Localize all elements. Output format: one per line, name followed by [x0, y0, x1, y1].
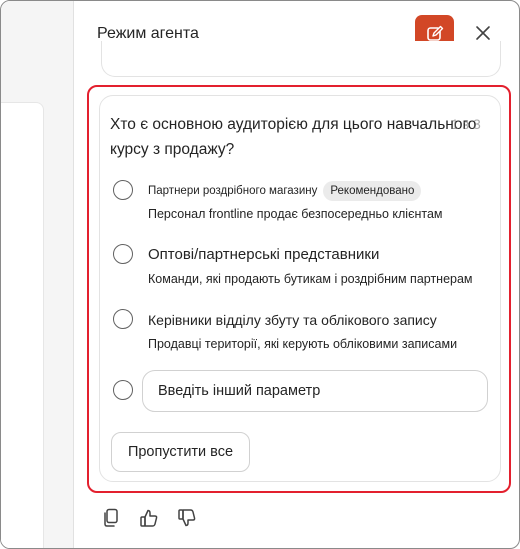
- option-label: Партнери роздрібного магазину: [148, 185, 318, 198]
- copy-icon: [104, 508, 118, 527]
- option-label: Оптові/партнерські представники: [148, 246, 380, 263]
- agent-window: Режим агента Хто є основною аудиторією д…: [0, 0, 520, 549]
- recommended-badge: Рекомендовано: [323, 181, 422, 201]
- option-description: Продавці території, які керують облікови…: [148, 337, 458, 351]
- left-pane-card: [1, 102, 44, 548]
- previous-message-card: [101, 41, 501, 77]
- thumbs-up-button[interactable]: [139, 507, 159, 529]
- question-text: Хто є основною аудиторією для цього навч…: [110, 116, 477, 158]
- radio-button[interactable]: [113, 244, 133, 264]
- radio-button[interactable]: [113, 380, 133, 400]
- pane-divider: [73, 1, 74, 548]
- option-description: Команди, які продають бутикам і роздрібн…: [148, 272, 473, 286]
- close-icon: [476, 26, 490, 40]
- radio-button[interactable]: [113, 309, 133, 329]
- copy-button[interactable]: [101, 507, 121, 529]
- thumbs-down-button[interactable]: [177, 507, 197, 529]
- skip-all-button[interactable]: Пропустити все: [111, 432, 250, 472]
- message-actions: [101, 507, 197, 529]
- new-chat-icon: [426, 25, 443, 41]
- option-label: Керівники відділу збуту та облікового за…: [148, 312, 437, 328]
- thumbs-up-icon: [140, 509, 158, 527]
- option-description: Персонал frontline продає безпосередньо …: [148, 207, 443, 221]
- question-counter: 1 з 3: [451, 116, 481, 132]
- radio-button[interactable]: [113, 180, 133, 200]
- thumbs-down-icon: [178, 509, 196, 527]
- other-option-input[interactable]: [142, 370, 488, 412]
